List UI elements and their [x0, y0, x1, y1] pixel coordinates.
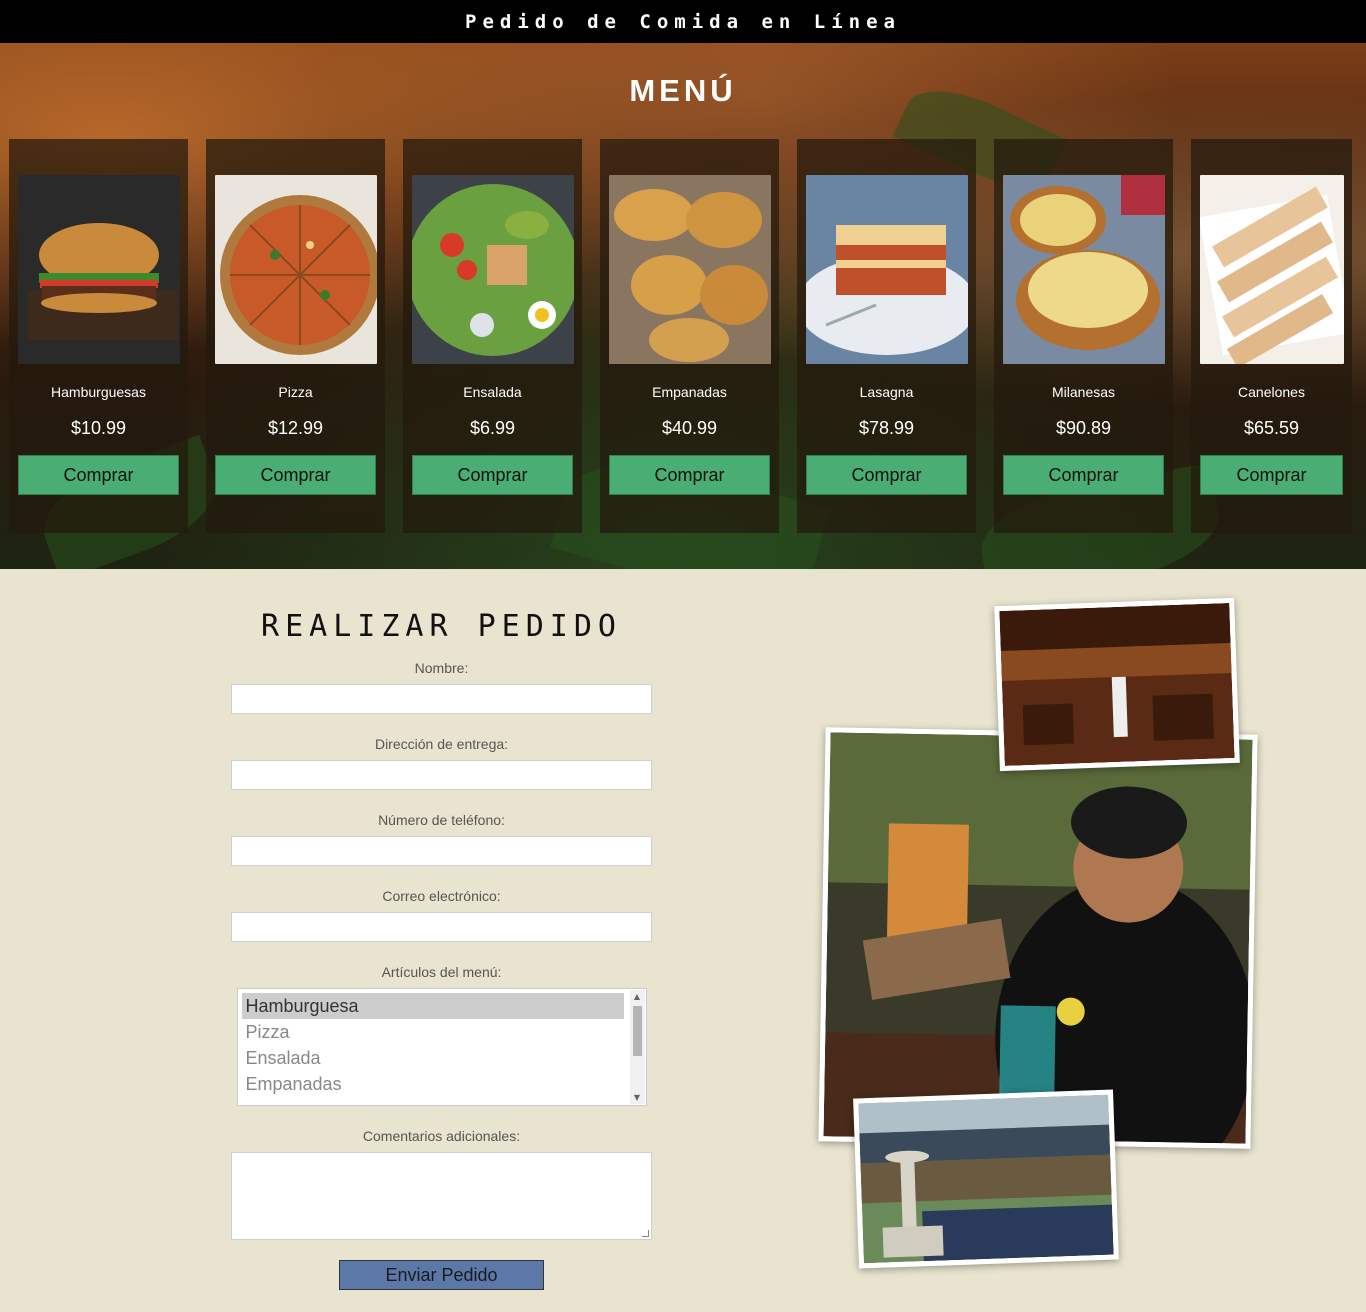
scrollbar-thumb[interactable]: [632, 1006, 642, 1056]
menu-card: Lasagna $78.99 Comprar: [797, 139, 976, 533]
restaurant-interior-photo: [994, 597, 1240, 772]
order-title: REALIZAR PEDIDO: [261, 609, 622, 644]
canelones-image: [1199, 175, 1344, 364]
bartender-photo: [818, 727, 1258, 1149]
buy-button-lasagna[interactable]: Comprar: [806, 455, 967, 495]
menu-item-name: Lasagna: [859, 384, 914, 400]
menu-item-name: Empanadas: [652, 384, 727, 400]
menu-item-name: Ensalada: [463, 384, 522, 400]
buy-button-hamburguesas[interactable]: Comprar: [18, 455, 179, 495]
buy-button-canelones[interactable]: Comprar: [1200, 455, 1343, 495]
menu-item-price: $12.99: [267, 418, 324, 438]
menu-item-name: Hamburguesas: [51, 384, 146, 400]
empanadas-image: [608, 175, 771, 364]
listbox-scrollbar[interactable]: ▲ ▼: [629, 990, 645, 1104]
menu-items-label: Artículos del menú:: [381, 964, 502, 980]
buy-button-ensalada[interactable]: Comprar: [412, 455, 573, 495]
buy-button-empanadas[interactable]: Comprar: [609, 455, 770, 495]
menu-card: Milanesas $90.89 Comprar: [994, 139, 1173, 533]
menu-item-name: Pizza: [278, 384, 313, 400]
buy-button-pizza[interactable]: Comprar: [215, 455, 376, 495]
milanesas-image: [1002, 175, 1165, 364]
site-header: Pedido de Comida en Línea: [0, 0, 1366, 43]
order-form: REALIZAR PEDIDO Nombre: Dirección de ent…: [231, 569, 652, 1290]
buy-button-milanesas[interactable]: Comprar: [1003, 455, 1164, 495]
listbox-option[interactable]: Hamburguesa: [241, 993, 624, 1019]
address-field[interactable]: [231, 760, 652, 790]
lasagna-image: [805, 175, 968, 364]
pizza-image: [214, 175, 377, 364]
email-label: Correo electrónico:: [382, 888, 501, 904]
triangle-up-icon[interactable]: ▲: [630, 992, 645, 1001]
fountain-photo: [853, 1089, 1119, 1269]
menu-item-price: $6.99: [469, 418, 516, 438]
order-section: REALIZAR PEDIDO Nombre: Dirección de ent…: [0, 569, 1366, 1312]
menu-title: MENÚ: [629, 73, 737, 108]
listbox-option[interactable]: Empanadas: [242, 1071, 624, 1097]
menu-items-listbox[interactable]: Hamburguesa Pizza Ensalada Empanadas ▲ ▼: [236, 988, 647, 1106]
menu-card: Canelones $65.59 Comprar: [1191, 139, 1352, 533]
menu-item-price: $65.59: [1243, 418, 1300, 438]
menu-item-name: Milanesas: [1051, 384, 1116, 400]
menu-card: Hamburguesas $10.99 Comprar: [9, 139, 188, 533]
listbox-option[interactable]: Ensalada: [242, 1045, 624, 1071]
comments-label: Comentarios adicionales:: [362, 1128, 521, 1144]
phone-label: Número de teléfono:: [378, 812, 505, 828]
phone-field[interactable]: [231, 836, 652, 866]
submit-order-button[interactable]: Enviar Pedido: [339, 1260, 544, 1290]
menu-card: Ensalada $6.99 Comprar: [403, 139, 582, 533]
name-field[interactable]: [231, 684, 652, 714]
listbox-option[interactable]: Pizza: [242, 1019, 624, 1045]
menu-item-name: Canelones: [1238, 384, 1305, 400]
menu-item-price: $78.99: [858, 418, 915, 438]
menu-card: Empanadas $40.99 Comprar: [600, 139, 779, 533]
menu-card-list: Hamburguesas $10.99 Comprar Pizza $12.99: [9, 139, 1352, 533]
comments-textarea[interactable]: [231, 1152, 652, 1240]
triangle-down-icon[interactable]: ▼: [630, 1093, 645, 1102]
address-label: Dirección de entrega:: [374, 736, 509, 752]
menu-item-price: $10.99: [70, 418, 127, 438]
menu-item-price: $90.89: [1055, 418, 1112, 438]
burger-image: [17, 175, 180, 364]
salad-image: [411, 175, 574, 364]
name-label: Nombre:: [414, 660, 469, 676]
menu-item-price: $40.99: [661, 418, 718, 438]
site-title: Pedido de Comida en Línea: [465, 10, 901, 33]
menu-card: Pizza $12.99 Comprar: [206, 139, 385, 533]
menu-section: MENÚ Hamburguesas $10.99 Comprar Pizza $…: [0, 43, 1366, 569]
email-field[interactable]: [231, 912, 652, 942]
